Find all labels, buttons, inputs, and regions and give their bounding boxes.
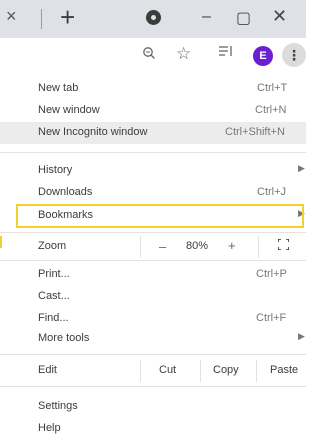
zoom-level: 80% <box>186 240 209 252</box>
profile-indicator-icon[interactable] <box>146 10 161 25</box>
zoom-separator <box>140 236 141 258</box>
menu-divider <box>0 354 306 355</box>
edit-label: Edit <box>38 364 57 376</box>
menu-item-shortcut: Ctrl+J <box>257 186 287 198</box>
menu-zoom-row: Zoom – 80% + <box>0 236 306 258</box>
menu-item-label: New window <box>38 104 100 116</box>
zoom-label: Zoom <box>38 240 67 252</box>
menu-divider <box>0 260 306 261</box>
menu-item-find[interactable]: Find... Ctrl+F <box>0 308 306 330</box>
menu-item-history[interactable]: History ▶ <box>0 160 306 182</box>
cut-button[interactable]: Cut <box>159 364 176 376</box>
menu-item-settings[interactable]: Settings <box>0 396 306 418</box>
zoom-separator <box>258 236 259 258</box>
bookmarks-highlight-box <box>16 204 304 228</box>
menu-item-downloads[interactable]: Downloads Ctrl+J <box>0 182 306 204</box>
zoom-out-button[interactable]: – <box>159 239 166 254</box>
menu-item-label: Find... <box>38 312 69 324</box>
submenu-arrow-icon: ▶ <box>298 163 305 173</box>
menu-item-shortcut: Ctrl+P <box>256 268 287 280</box>
menu-item-label: Help <box>38 422 61 434</box>
new-tab-button[interactable]: + <box>60 2 75 32</box>
minimize-icon[interactable]: – <box>202 8 211 26</box>
fullscreen-icon[interactable] <box>278 239 289 250</box>
menu-divider <box>0 386 306 387</box>
menu-item-shortcut: Ctrl+Shift+N <box>225 126 285 138</box>
maximize-icon[interactable]: ▢ <box>236 8 251 28</box>
zoom-in-button[interactable]: + <box>228 238 236 253</box>
tab-close-icon[interactable]: × <box>6 6 17 27</box>
menu-divider <box>0 232 306 233</box>
menu-edit-row: Edit Cut Copy Paste <box>0 360 306 382</box>
menu-item-cast[interactable]: Cast... <box>0 286 306 308</box>
bookmark-star-icon[interactable]: ☆ <box>176 44 191 64</box>
menu-item-label: Print... <box>38 268 70 280</box>
chrome-menu: New tab Ctrl+T New window Ctrl+N New Inc… <box>0 74 306 434</box>
menu-item-label: New tab <box>38 82 79 94</box>
tab-separator <box>41 9 42 29</box>
menu-item-more-tools[interactable]: More tools ▶ <box>0 328 306 350</box>
menu-divider <box>0 152 306 153</box>
menu-item-help[interactable]: Help <box>0 418 306 440</box>
highlight-edge-mark <box>0 236 5 248</box>
menu-item-new-tab[interactable]: New tab Ctrl+T <box>0 78 306 100</box>
edit-separator <box>200 360 201 382</box>
window-close-icon[interactable]: ✕ <box>272 6 287 27</box>
profile-avatar[interactable]: E <box>253 46 273 66</box>
menu-item-shortcut: Ctrl+N <box>255 104 287 116</box>
menu-button[interactable]: ⋮ <box>282 43 306 67</box>
menu-item-label: Downloads <box>38 186 93 198</box>
zoom-magnifier-icon[interactable] <box>142 46 156 65</box>
menu-item-label: Settings <box>38 400 78 412</box>
copy-button[interactable]: Copy <box>213 364 239 376</box>
menu-item-print[interactable]: Print... Ctrl+P <box>0 264 306 286</box>
menu-item-label: History <box>38 164 73 176</box>
edit-separator <box>140 360 141 382</box>
menu-item-new-incognito[interactable]: New Incognito window Ctrl+Shift+N <box>0 122 306 144</box>
menu-item-new-window[interactable]: New window Ctrl+N <box>0 100 306 122</box>
menu-item-shortcut: Ctrl+T <box>257 82 288 94</box>
menu-item-shortcut: Ctrl+F <box>256 312 287 324</box>
edit-separator <box>256 360 257 382</box>
paste-button[interactable]: Paste <box>270 364 298 376</box>
tab-strip: × + – ▢ ✕ <box>0 0 306 38</box>
reading-list-icon[interactable] <box>218 44 234 62</box>
submenu-arrow-icon: ▶ <box>298 331 305 341</box>
menu-item-label: New Incognito window <box>38 126 148 138</box>
menu-item-label: Cast... <box>38 290 70 302</box>
menu-item-label: More tools <box>38 332 90 344</box>
